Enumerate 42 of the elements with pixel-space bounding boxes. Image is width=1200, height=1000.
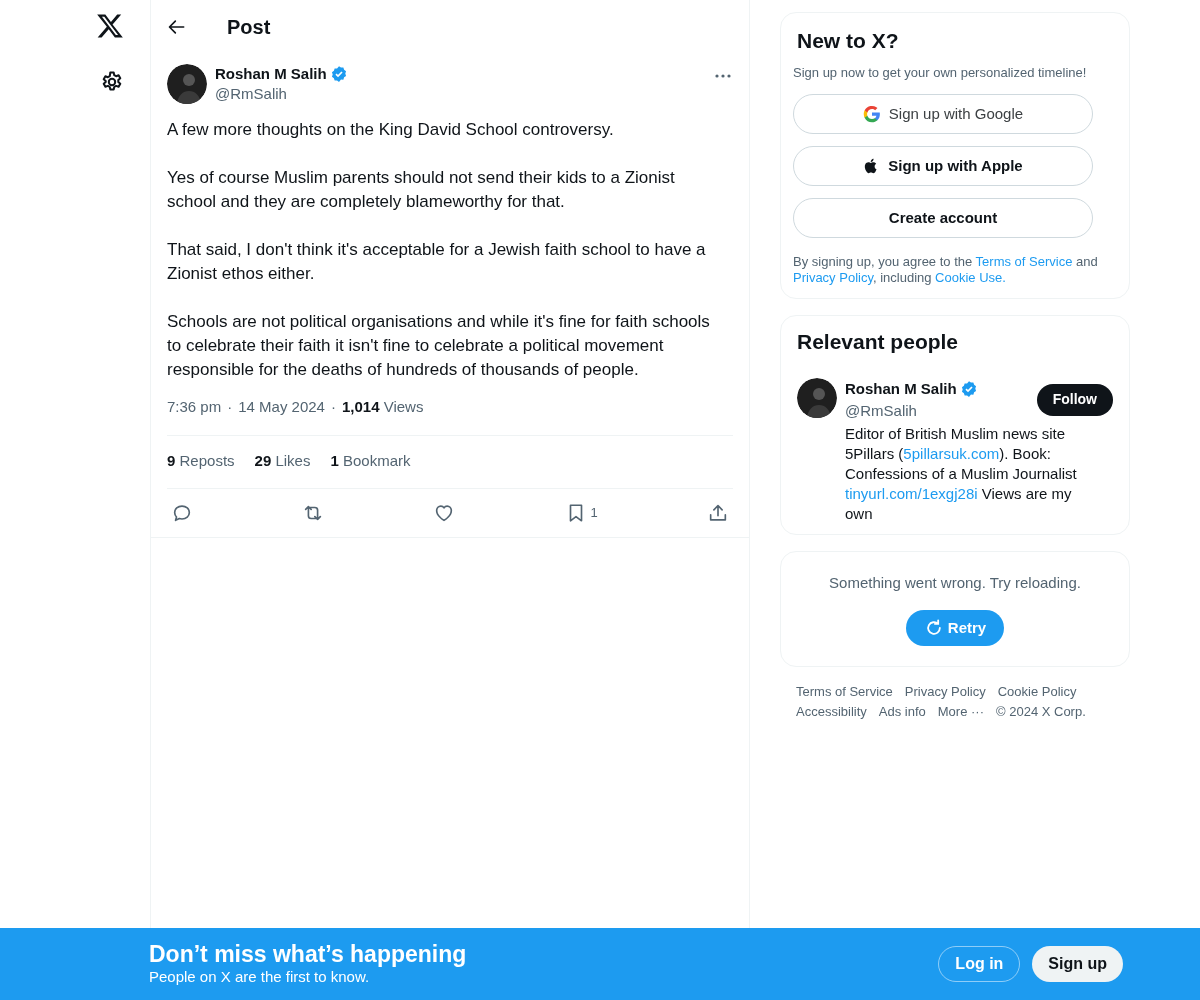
follow-button[interactable]: Follow <box>1036 383 1113 416</box>
more-options-icon[interactable] <box>715 74 731 78</box>
banner-subtitle: People on X are the first to know. <box>149 967 371 987</box>
avatar <box>167 64 207 104</box>
footer-link[interactable]: Ads info <box>878 703 926 721</box>
card-title: Relevant people <box>797 329 960 355</box>
back-arrow-icon[interactable] <box>167 17 187 37</box>
engagement-stat[interactable]: 29 Likes <box>254 450 311 473</box>
x-logo-icon[interactable] <box>96 12 124 40</box>
person-handle[interactable]: @RmSalih <box>845 401 917 419</box>
engagement-stat[interactable]: 1 Bookmark <box>330 450 411 473</box>
post-text: That said, I don't think it's acceptable for a Jewish faith school to have a Zionist ethos either. <box>167 239 707 285</box>
post-text: Yes of course Muslim parents should not send their kids to a Zionist school and they are completely blameworthy for that. <box>167 167 676 213</box>
author-name[interactable]: Roshan M Salih <box>215 64 327 84</box>
person-bio: Editor of British Muslim news site 5Pillars (5pillarsuk.com). Book: Confessions of a Muslim Journalist tinyurl.com/1exgj28i Views are my own <box>845 423 1078 524</box>
post-text: Schools are not political organisations and while it's fine for faith schools to celebrate their faith it isn't fine to celebrate a political movement responsible for the deaths of hundreds of thousands of people. <box>167 311 711 381</box>
separator-dot: · <box>227 397 233 417</box>
post-time[interactable]: 7:36 pm <box>167 396 222 419</box>
action-count: 1 <box>590 503 598 522</box>
post-text: A few more thoughts on the King David School controversy. <box>167 119 615 141</box>
card-title: New to X? <box>796 28 900 54</box>
footer-link[interactable]: Terms of Service <box>796 683 893 701</box>
avatar <box>797 377 837 418</box>
engagement-stat[interactable]: 9 Reposts <box>167 450 235 473</box>
footer-link[interactable]: © 2024 X Corp. <box>996 703 1086 721</box>
card-subtitle: Sign up now to get your own personalized timeline! <box>793 63 1088 82</box>
settings-icon[interactable] <box>100 70 124 94</box>
person-name[interactable]: Roshan M Salih <box>845 377 957 400</box>
footer-link[interactable]: More ··· <box>937 703 984 721</box>
signup-button[interactable]: Sign up <box>1032 946 1123 982</box>
page-title: Post <box>227 15 271 40</box>
google-g-icon <box>862 105 881 123</box>
footer-link[interactable]: Accessibility <box>796 703 867 721</box>
footer-link[interactable]: Privacy Policy <box>904 683 986 701</box>
footer-link[interactable]: Cookie Policy <box>997 683 1077 701</box>
error-message: Something went wrong. Try reloading. <box>829 572 1081 593</box>
separator-dot: · <box>330 397 336 417</box>
legal-text: By signing up, you agree to the Terms of Service and Privacy Policy, including Cookie Use. <box>793 254 1099 286</box>
author-handle[interactable]: @RmSalih <box>215 85 287 102</box>
view-count: 1,014 Views <box>341 397 424 417</box>
post-date[interactable]: 14 May 2024 <box>238 396 325 419</box>
banner-title: Don’t miss what’s happening <box>149 941 468 967</box>
